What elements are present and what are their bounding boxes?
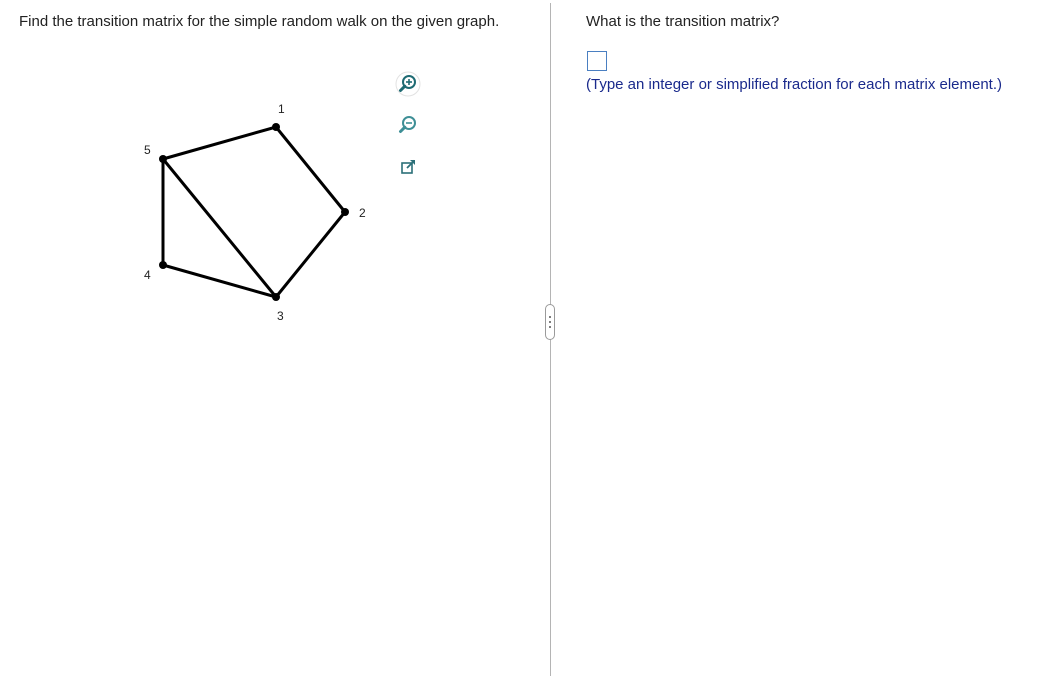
vertex-1: [272, 123, 280, 131]
edge-5-3: [161, 157, 278, 299]
edge-3-4: [161, 263, 278, 299]
zoom-in-button[interactable]: [395, 71, 421, 97]
zoom-out-icon: [399, 116, 416, 133]
vertex-label-2: 2: [359, 206, 366, 220]
vertex-label-5: 5: [144, 143, 151, 157]
edge-2-3: [274, 210, 347, 299]
answer-pane: What is the transition matrix? (Type an …: [551, 0, 1052, 691]
vertex-label-4: 4: [144, 268, 151, 282]
edge-5-1: [161, 125, 278, 161]
answer-prompt: What is the transition matrix?: [586, 13, 780, 30]
answer-hint: (Type an integer or simplified fraction …: [586, 76, 1003, 93]
question-pane: Find the transition matrix for the simpl…: [0, 0, 551, 691]
edge-1-2: [274, 125, 347, 214]
vertex-label-3: 3: [277, 309, 284, 323]
vertex-5: [159, 155, 167, 163]
zoom-in-icon: [395, 71, 421, 97]
vertex-3: [272, 293, 280, 301]
popout-icon: [401, 159, 416, 174]
popout-button[interactable]: [395, 154, 421, 180]
random-walk-graph: 1 2 3 4 5: [144, 102, 366, 323]
question-page: Find the transition matrix for the simpl…: [0, 0, 1052, 691]
vertex-2: [341, 208, 349, 216]
zoom-out-button[interactable]: [395, 112, 421, 138]
vertex-4: [159, 261, 167, 269]
answer-input-box[interactable]: [587, 51, 607, 71]
vertex-label-1: 1: [278, 102, 285, 116]
